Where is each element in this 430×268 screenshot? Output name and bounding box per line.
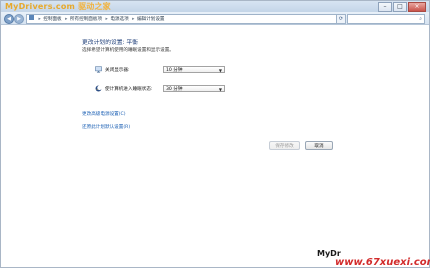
monitor-icon	[95, 66, 102, 73]
search-input[interactable]: ⌕	[347, 14, 425, 24]
window-controls: – □ ×	[378, 2, 426, 12]
search-icon: ⌕	[419, 16, 422, 22]
breadcrumb-separator: ▸	[105, 16, 108, 22]
breadcrumb-separator: ▸	[132, 16, 135, 22]
refresh-button[interactable]: ⟳	[336, 14, 346, 24]
watermark-site: www.67xuexi.com	[335, 257, 430, 268]
navigation-bar: ◀ ▶ ▸ 控制面板 ▸ 所有控制面板项 ▸ 电源选项 ▸ 编辑计划设置 ⟳ ⌕	[1, 12, 429, 25]
maximize-button[interactable]: □	[393, 2, 407, 12]
breadcrumb-separator: ▸	[65, 16, 68, 22]
chevron-down-icon: ▼	[218, 87, 222, 92]
restore-defaults-link[interactable]: 还原此计划默认设置(R)	[82, 124, 130, 130]
control-panel-window: MyDrivers.com 驱动之家 – □ × ◀ ▶ ▸ 控制面板 ▸ 所有控…	[0, 0, 430, 268]
page-title: 更改计划的设置: 平衡	[82, 40, 138, 46]
brand-watermark: MyDrivers.com 驱动之家	[5, 1, 111, 12]
sleep-moon-icon	[95, 85, 102, 92]
back-button[interactable]: ◀	[4, 14, 14, 24]
display-timeout-dropdown[interactable]: 10 分钟 ▼	[163, 66, 225, 73]
sleep-timeout-value: 30 分钟	[166, 87, 183, 92]
control-panel-icon	[29, 15, 34, 20]
forward-button[interactable]: ▶	[14, 14, 24, 24]
breadcrumb-separator: ▸	[38, 16, 41, 22]
address-bar[interactable]: ▸ 控制面板 ▸ 所有控制面板项 ▸ 电源选项 ▸ 编辑计划设置	[26, 14, 337, 24]
display-timeout-label: 关闭显示器:	[105, 68, 130, 73]
save-button[interactable]: 保存修改	[269, 141, 300, 150]
display-timeout-value: 10 分钟	[166, 68, 183, 73]
sleep-timeout-label: 使计算机进入睡眠状态:	[105, 87, 153, 92]
brand-cn: 驱动之家	[78, 2, 111, 11]
title-bar: MyDrivers.com 驱动之家 – □ ×	[1, 1, 429, 12]
page-description: 选择希望计算机使用的睡眠设置和显示设置。	[82, 48, 174, 53]
chevron-down-icon: ▼	[218, 68, 222, 73]
close-button[interactable]: ×	[408, 2, 426, 12]
cancel-button[interactable]: 取消	[305, 141, 333, 150]
main-content: 更改计划的设置: 平衡 选择希望计算机使用的睡眠设置和显示设置。 关闭显示器: …	[1, 25, 430, 268]
breadcrumb-all-items[interactable]: 所有控制面板项	[70, 17, 102, 22]
sleep-timeout-dropdown[interactable]: 30 分钟 ▼	[163, 85, 225, 92]
breadcrumb-power-options[interactable]: 电源选项	[110, 17, 128, 22]
advanced-power-settings-link[interactable]: 更改高级电源设置(C)	[82, 111, 126, 117]
breadcrumb-edit-plan[interactable]: 编辑计划设置	[137, 17, 165, 22]
brand-site: MyDrivers.com	[5, 2, 76, 11]
minimize-button[interactable]: –	[378, 2, 392, 12]
breadcrumb-control-panel[interactable]: 控制面板	[43, 17, 61, 22]
